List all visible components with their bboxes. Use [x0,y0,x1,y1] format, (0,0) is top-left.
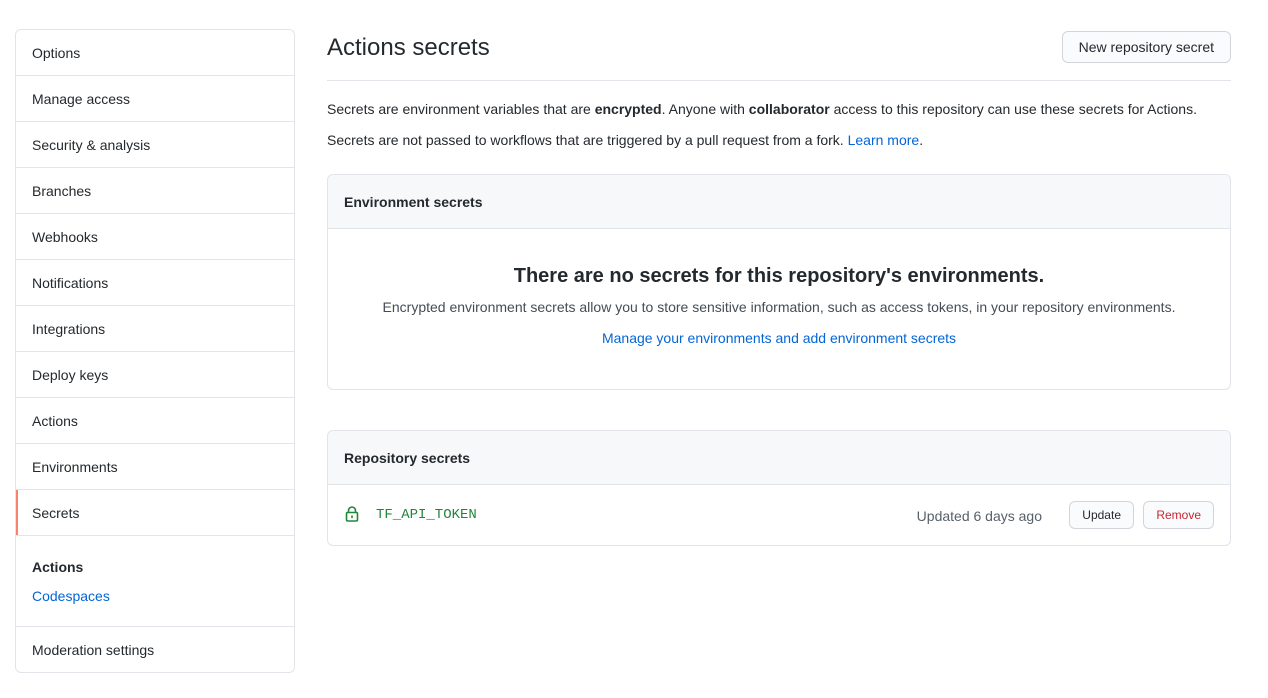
sidebar-item-manage-access[interactable]: Manage access [16,76,294,122]
fork-note-text: Secrets are not passed to workflows that… [327,132,848,148]
sidebar-item-integrations[interactable]: Integrations [16,306,294,352]
sidebar-item-environments[interactable]: Environments [16,444,294,490]
sidebar-item-moderation-settings[interactable]: Moderation settings [16,627,294,672]
sidebar-item-options[interactable]: Options [16,30,294,76]
new-repository-secret-button[interactable]: New repository secret [1061,31,1231,63]
main-content: Actions secrets New repository secret Se… [327,29,1231,546]
sidebar-item-webhooks[interactable]: Webhooks [16,214,294,260]
desc-text: Secrets are environment variables that a… [327,101,595,117]
secret-updated-time: Updated 6 days ago [916,508,1042,524]
sidebar-item-actions[interactable]: Actions [16,398,294,444]
desc-text: . Anyone with [661,101,749,117]
secret-name: TF_API_TOKEN [376,507,477,523]
sidebar-group-heading: Actions [32,559,84,575]
sidebar-item-deploy-keys[interactable]: Deploy keys [16,352,294,398]
repository-secrets-header: Repository secrets [328,431,1230,485]
page-header: Actions secrets New repository secret [327,29,1231,81]
blankslate-title: There are no secrets for this repository… [513,265,1045,287]
manage-environments-link[interactable]: Manage your environments and add environ… [602,328,956,348]
environment-secrets-header: Environment secrets [328,175,1230,229]
sidebar-item-branches[interactable]: Branches [16,168,294,214]
repository-secrets-box: Repository secrets TF_API_TOKEN Updated … [327,430,1231,546]
settings-sidebar: Options Manage access Security & analysi… [15,29,295,673]
fork-note-end: . [919,132,924,148]
sidebar-item-security-analysis[interactable]: Security & analysis [16,122,294,168]
fork-note: Secrets are not passed to workflows that… [327,130,1231,150]
remove-secret-button[interactable]: Remove [1143,501,1214,529]
desc-bold-collaborator: collaborator [748,101,830,117]
learn-more-link[interactable]: Learn more [848,132,920,148]
environment-secrets-box: Environment secrets There are no secrets… [327,174,1231,390]
page-title: Actions secrets [327,34,490,61]
secrets-description: Secrets are environment variables that a… [327,99,1231,119]
desc-bold-encrypted: encrypted [594,101,662,117]
sidebar-group-actions: Actions Codespaces [16,536,294,627]
desc-text: access to this repository can use these … [829,101,1197,117]
sidebar-item-secrets[interactable]: Secrets [16,490,294,536]
secret-row: TF_API_TOKEN Updated 6 days ago Update R… [328,485,1230,545]
lock-icon [344,505,360,523]
update-secret-button[interactable]: Update [1069,501,1134,529]
sidebar-item-codespaces[interactable]: Codespaces [32,587,278,605]
blankslate-description: Encrypted environment secrets allow you … [382,299,1176,315]
environment-secrets-blankslate: There are no secrets for this repository… [328,229,1230,348]
sidebar-item-notifications[interactable]: Notifications [16,260,294,306]
